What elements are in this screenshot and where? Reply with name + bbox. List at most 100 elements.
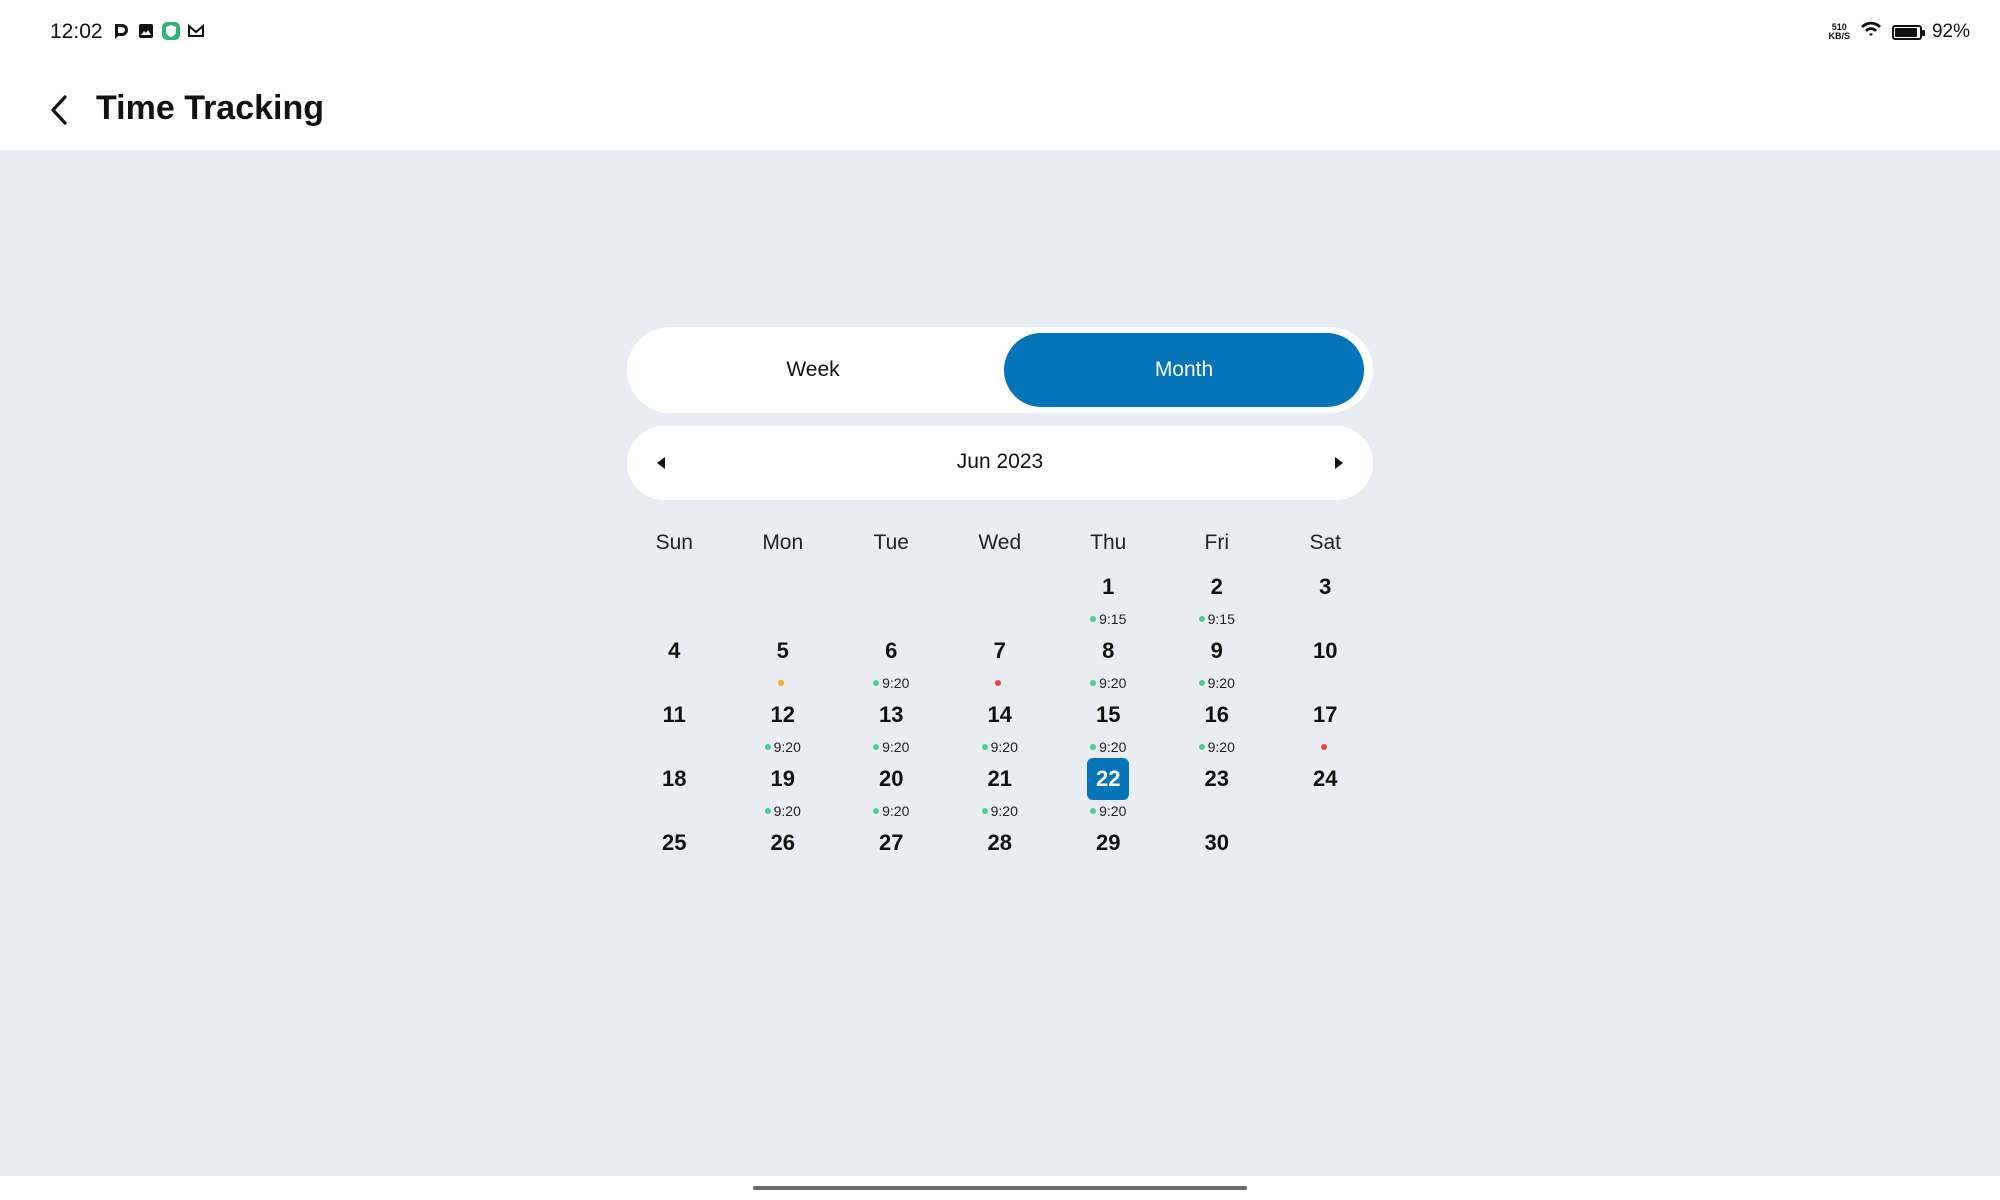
calendar-day[interactable]: 23 [1163,758,1272,822]
status-bar: 12:02 510 KB/S 92% [0,0,2000,66]
calendar-day[interactable]: 2 9:15 [1163,566,1272,630]
next-month-button[interactable] [1319,443,1359,483]
hours-label: 9:20 [882,675,910,691]
calendar-day[interactable]: 28 [946,822,1055,886]
day-tracking-info: 9:20 [946,736,1055,758]
calendar-day[interactable]: 9 9:20 [1163,630,1272,694]
status-dot [1198,744,1205,750]
day-number: 23 [1204,766,1229,791]
month-tab[interactable]: Month [1004,333,1364,407]
day-tracking-info: 9:20 [1163,672,1272,694]
calendar-day[interactable]: 29 [1054,822,1163,886]
day-tracking-info [1163,864,1272,886]
day-number: 5 [776,638,789,663]
battery-icon [1891,24,1925,40]
back-arrow-icon [51,95,67,125]
calendar-day[interactable]: 8 9:20 [1054,630,1163,694]
day-tracking-info [729,672,838,694]
calendar-day[interactable]: 26 [729,822,838,886]
hours-label: 9:20 [1207,675,1235,691]
calendar-day[interactable]: 1 9:15 [1054,566,1163,630]
status-dot [764,808,771,814]
day-tracking-info [729,608,838,630]
calendar-day[interactable]: 15 9:20 [1054,694,1163,758]
day-tracking-info: 9:20 [1163,736,1272,758]
calendar-day[interactable]: 6 9:20 [837,630,946,694]
weekday-label: Sun [655,531,693,554]
hours-label: 9:20 [882,739,910,755]
calendar-day[interactable]: 13 9:20 [837,694,946,758]
calendar-day[interactable]: 12 9:20 [729,694,838,758]
gallery-icon [137,22,155,40]
calendar-grid: 1 9:15 2 9:15 3 4 5 6 9:20 7 8 9:20 9 9:20 10 11 12 9:20 1… [620,566,1380,886]
day-tracking-info [837,864,946,886]
hours-label: 9:20 [990,803,1018,819]
status-dot [1090,744,1097,750]
day-number: 24 [1313,766,1338,791]
month-navigator: Jun 2023 [627,426,1373,500]
calendar-day[interactable]: 17 [1271,694,1380,758]
app-d-icon [112,22,130,40]
day-tracking-info [1271,672,1380,694]
calendar-day[interactable]: 19 9:20 [729,758,838,822]
status-dot [1198,680,1205,686]
day-tracking-info [620,864,729,886]
calendar-day[interactable]: 30 [1163,822,1272,886]
day-tracking-info: 9:20 [837,736,946,758]
week-tab[interactable]: Week [633,333,993,407]
day-number: 27 [879,830,904,855]
hours-label: 9:20 [1207,739,1235,755]
calendar-day[interactable]: 25 [620,822,729,886]
notification-icons [112,22,205,40]
calendar-day[interactable]: 24 [1271,758,1380,822]
calendar-day[interactable]: 16 9:20 [1163,694,1272,758]
calendar-day[interactable]: 5 [729,630,838,694]
calendar-day[interactable]: 10 [1271,630,1380,694]
calendar-day[interactable]: 27 [837,822,946,886]
wifi-icon [1860,20,1882,44]
hours-label: 9:15 [1099,611,1127,627]
calendar-day[interactable]: 20 9:20 [837,758,946,822]
day-number: 20 [879,766,904,791]
home-indicator[interactable] [753,1186,1247,1190]
day-tracking-info [1271,800,1380,822]
view-toggle: Week Month [627,327,1373,413]
calendar-day[interactable]: 7 [946,630,1055,694]
calendar-week-row: 1 9:15 2 9:15 3 [620,566,1380,630]
hours-label: 9:20 [990,739,1018,755]
day-number: 9 [1210,638,1223,663]
status-dot [995,680,1002,686]
day-tracking-info [620,608,729,630]
day-number: 13 [879,702,904,727]
hours-label: 9:15 [1207,611,1235,627]
day-tracking-info [620,800,729,822]
calendar-day[interactable]: 18 [620,758,729,822]
calendar-week-row: 25 26 27 28 29 30 [620,822,1380,886]
day-number: 29 [1096,830,1121,855]
day-tracking-info [946,672,1055,694]
page-title: Time Tracking [96,89,325,127]
calendar-day[interactable]: 3 [1271,566,1380,630]
status-dot [873,680,880,686]
hours-label: 9:20 [1099,675,1127,691]
day-number: 8 [1102,638,1115,663]
day-tracking-info: 9:20 [946,800,1055,822]
calendar-day[interactable]: 22 9:20 [1054,758,1163,822]
hours-label: 9:20 [773,739,801,755]
day-tracking-info: 9:20 [837,672,946,694]
calendar-week-row: 4 5 6 9:20 7 8 9:20 9 9:20 10 [620,630,1380,694]
calendar-day[interactable]: 11 [620,694,729,758]
weekday-label: Mon [762,531,804,554]
day-number: 1 [1102,574,1115,599]
hours-label: 9:20 [1099,739,1127,755]
status-dot [1198,616,1205,622]
day-number: 17 [1313,702,1338,727]
day-number: 28 [987,830,1012,855]
calendar-day[interactable]: 14 9:20 [946,694,1055,758]
calendar-day[interactable]: 21 9:20 [946,758,1055,822]
day-tracking-info: 9:15 [1163,608,1272,630]
day-tracking-info [729,864,838,886]
day-tracking-info: 9:15 [1054,608,1163,630]
calendar-day[interactable]: 4 [620,630,729,694]
back-button[interactable] [36,86,84,134]
